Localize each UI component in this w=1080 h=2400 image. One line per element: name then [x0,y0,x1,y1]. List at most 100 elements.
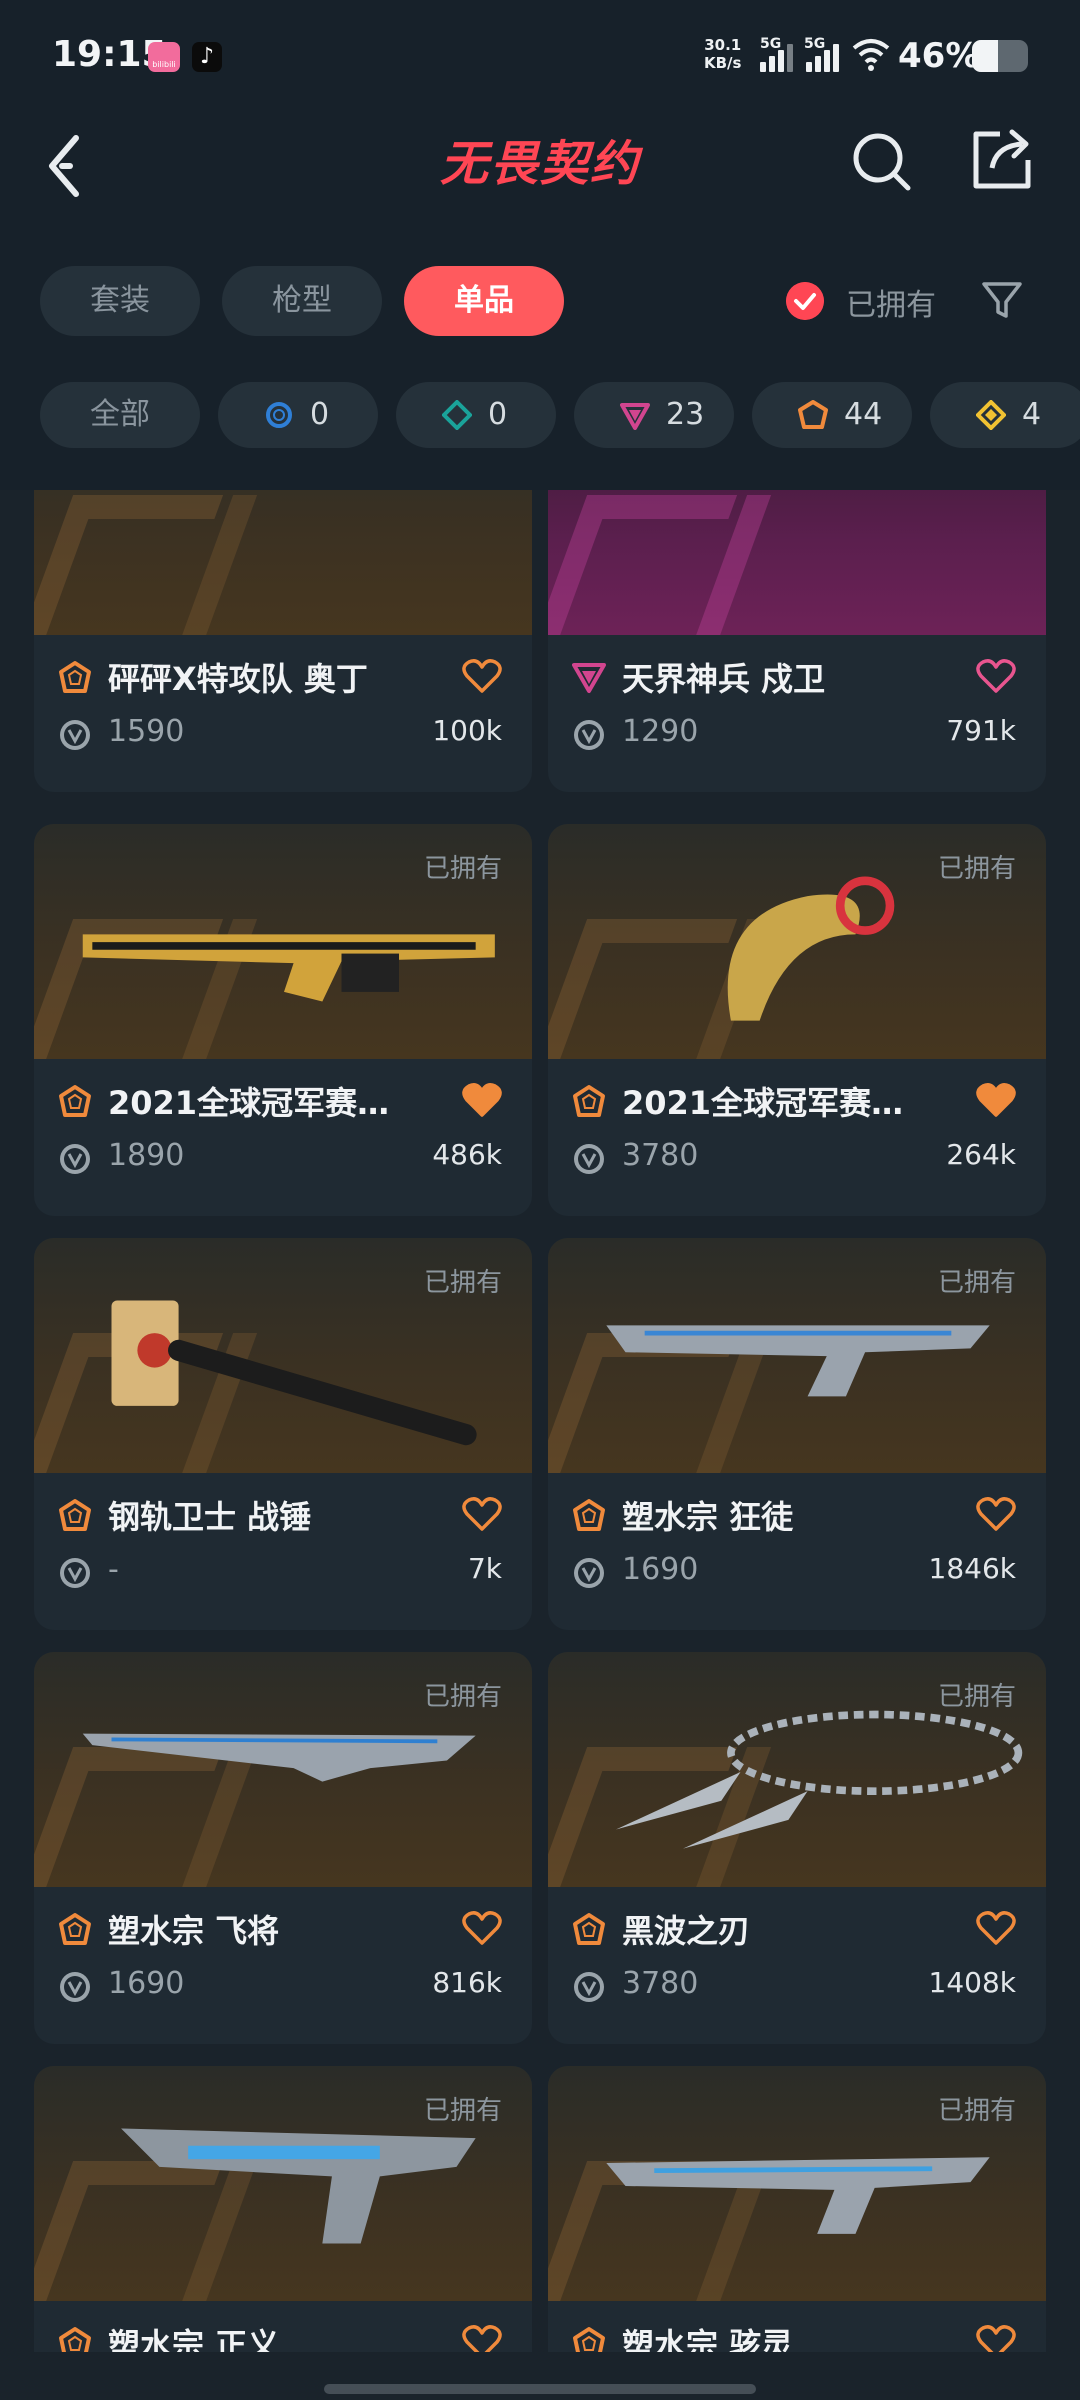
exclusive-tier-icon [59,661,91,693]
network-speed: 30.1 KB/s [704,36,742,72]
owned-tag: 已拥有 [937,1682,1016,1712]
chip-exclusive-tier[interactable]: 44 [752,382,912,448]
battery-icon [972,40,1028,72]
skin-name: 砰砰X特攻队 奥丁 [108,660,368,698]
skin-name: 2021全球冠军赛… [622,1084,904,1122]
weapon-skin-image [54,490,514,610]
valorant-points-icon [574,1144,604,1174]
skin-card[interactable]: 已拥有 2021全球冠军赛… 3780 264k [548,824,1046,1216]
valorant-points-icon [574,1558,604,1588]
skin-image: 已拥有 [34,824,532,1059]
skin-price: 1290 [622,714,699,749]
heart-icon[interactable] [462,1082,502,1118]
owned-tag: 已拥有 [937,2096,1016,2126]
signal-bars-icon [806,40,840,72]
skin-image: 已拥有 [548,1652,1046,1887]
owned-tag: 已拥有 [937,1268,1016,1298]
likes-count: 791k [946,714,1016,747]
heart-icon[interactable] [976,658,1016,694]
home-indicator [324,2384,756,2394]
ultra-tier-icon [976,400,1006,430]
skin-price: 1890 [108,1138,185,1173]
exclusive-tier-icon [573,2327,605,2352]
battery-percent: 46% [898,36,980,76]
heart-icon[interactable] [976,1496,1016,1532]
owned-tag: 已拥有 [423,1268,502,1298]
top-header: 无畏契约 套装 枪型 单品 已拥有 全部 0 0 23 44 4 [0,110,1080,490]
share-icon[interactable] [970,126,1034,194]
skin-name: 塑水宗 正义 [108,2326,280,2352]
valorant-points-icon [60,1144,90,1174]
skin-name: 塑水宗 骇灵 [622,2326,794,2352]
skin-image: 已拥有 [34,2066,532,2301]
heart-icon[interactable] [462,658,502,694]
exclusive-tier-icon [573,1499,605,1531]
exclusive-tier-icon [59,1499,91,1531]
check-icon [786,282,824,320]
chip-all[interactable]: 全部 [40,382,200,448]
skin-price: 3780 [622,1138,699,1173]
owned-tag: 已拥有 [423,2096,502,2126]
exclusive-tier-icon [798,400,828,429]
skin-name: 2021全球冠军赛… [108,1084,390,1122]
skin-name: 黑波之刃 [622,1912,751,1950]
skin-card[interactable]: 已拥有 钢轨卫士 战锤 - 7k [34,1238,532,1630]
exclusive-tier-icon [59,1085,91,1117]
valorant-points-icon [60,720,90,750]
skin-price: 1690 [108,1966,185,2001]
tab-bundles[interactable]: 套装 [40,266,200,336]
premium-tier-icon [572,663,606,693]
filter-icon[interactable] [980,278,1024,322]
skin-image: 已拥有 [548,824,1046,1059]
wifi-icon [852,39,890,71]
skin-card[interactable]: 已拥有塑水宗 飞将 1690 816k [34,1652,532,2044]
valorant-points-icon [60,1558,90,1588]
skin-card[interactable]: 已拥有 塑水宗 狂徒 1690 1846k [548,1238,1046,1630]
skin-card[interactable]: 天界神兵 戍卫 1290 791k [548,490,1046,792]
skin-image: 已拥有 [548,2066,1046,2301]
search-icon[interactable] [850,130,914,194]
valorant-points-icon [574,720,604,750]
heart-icon[interactable] [976,2324,1016,2352]
skin-card[interactable]: 已拥有塑水宗 骇灵 [548,2066,1046,2352]
likes-count: 7k [467,1552,502,1585]
likes-count: 816k [432,1966,502,1999]
skin-image [548,490,1046,635]
skin-card[interactable]: 已拥有塑水宗 正义 [34,2066,532,2352]
app-title-logo: 无畏契约 [439,136,640,192]
rarity-filter-chips: 全部 0 0 23 44 4 [40,382,1080,448]
exclusive-tier-icon [59,2327,91,2352]
skin-name: 钢轨卫士 战锤 [108,1498,312,1536]
skin-card[interactable]: 已拥有 黑波之刃 3780 1408k [548,1652,1046,2044]
skin-image: 已拥有 [34,1238,532,1473]
deluxe-tier-icon [442,400,472,430]
heart-icon[interactable] [462,2324,502,2352]
likes-count: 1846k [928,1552,1016,1585]
skin-card[interactable]: 砰砰X特攻队 奥丁 1590 100k [34,490,532,792]
tiktok-app-icon: ♪ [192,42,222,72]
heart-icon[interactable] [976,1082,1016,1118]
owned-tag: 已拥有 [423,1682,502,1712]
valorant-points-icon [574,1972,604,2002]
skin-card[interactable]: 已拥有 2021全球冠军赛… 1890 486k [34,824,532,1216]
heart-icon[interactable] [462,1496,502,1532]
bilibili-app-icon: bilibili [148,42,180,72]
select-tier-icon [266,402,292,428]
heart-icon[interactable] [462,1910,502,1946]
skin-name: 塑水宗 飞将 [108,1912,280,1950]
chip-deluxe-tier[interactable]: 0 [396,382,556,448]
tab-single-items[interactable]: 单品 [404,266,564,336]
skin-price: 1590 [108,714,185,749]
skin-image: 已拥有 [548,1238,1046,1473]
valorant-points-icon [60,1972,90,2002]
skin-grid: 砰砰X特攻队 奥丁 1590 100k 天界神兵 戍卫 1290 791k 已拥有 2021全… [0,490,1080,2352]
owned-tag: 已拥有 [423,854,502,884]
tab-weapon-types[interactable]: 枪型 [222,266,382,336]
likes-count: 264k [946,1138,1016,1171]
skin-price: 3780 [622,1966,699,2001]
chip-ultra-tier[interactable]: 4 [930,382,1080,448]
owned-tag: 已拥有 [937,854,1016,884]
chip-select-tier[interactable]: 0 [218,382,378,448]
chip-premium-tier[interactable]: 23 [574,382,734,448]
heart-icon[interactable] [976,1910,1016,1946]
